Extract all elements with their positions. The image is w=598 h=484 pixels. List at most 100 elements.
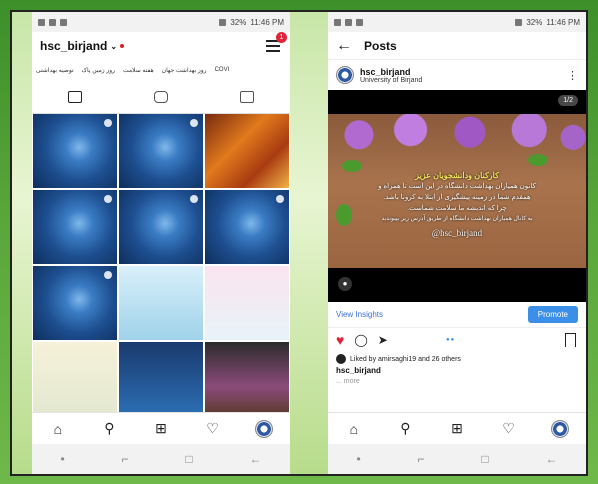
grid-icon[interactable] [68, 90, 82, 103]
profile-avatar[interactable] [551, 419, 570, 438]
liker-avatar [336, 354, 346, 364]
notification-icon [38, 18, 45, 26]
notification-icon [49, 18, 56, 26]
post-line: به کانال همیاران بهداشت دانشگاه از طریق … [381, 216, 533, 222]
username: hsc_birjand [40, 39, 108, 53]
likes-line: Liked by amirsaghi19 and 26 others [328, 352, 586, 366]
post-grid [32, 114, 290, 416]
grid-post[interactable] [119, 342, 203, 416]
status-bar: 32% 11:46 PM [32, 12, 290, 32]
signal-icon [219, 18, 227, 26]
home-button-icon[interactable]: □ [185, 452, 192, 466]
profile-avatar[interactable] [255, 419, 274, 438]
promote-button[interactable]: Promote [527, 306, 578, 323]
recents-icon[interactable]: ⌐ [418, 452, 425, 466]
carousel-counter: 1/2 [558, 95, 578, 106]
status-bar: 32% 11:46 PM [328, 12, 586, 32]
heart-icon[interactable]: ♡ [500, 420, 518, 438]
grid-post[interactable] [33, 190, 117, 264]
battery-text: 32% [230, 17, 247, 27]
profile-tabs [32, 80, 290, 114]
account-switcher[interactable]: hsc_birjand ⌄ [40, 39, 125, 53]
highlight-item[interactable]: توصیه بهداشتی [36, 67, 74, 74]
grid-post[interactable] [119, 114, 203, 188]
grid-post[interactable] [205, 342, 289, 416]
menu-line [266, 50, 280, 52]
grid-post[interactable] [205, 266, 289, 340]
post-actions: ♥ ◯ ➤ ●● [328, 328, 586, 352]
notification-badge: 1 [276, 32, 287, 43]
author-avatar[interactable] [336, 66, 354, 84]
igtv-icon[interactable] [154, 90, 168, 103]
grid-post[interactable] [33, 114, 117, 188]
search-icon[interactable]: ⚲ [100, 420, 118, 438]
leaf [528, 154, 548, 166]
grid-post[interactable] [119, 190, 203, 264]
tagged-user-icon[interactable]: ● [338, 277, 352, 291]
back-arrow-icon[interactable]: ← [250, 452, 262, 466]
liked-by-text[interactable]: Liked by amirsaghi19 and 26 others [350, 356, 461, 363]
notification-icon [345, 18, 352, 26]
add-icon[interactable]: ⊞ [152, 420, 170, 438]
profile-screen: 32% 11:46 PM hsc_birjand ⌄ 1 توصیه بهداشت… [32, 12, 290, 474]
new-dot-icon [120, 44, 125, 48]
grid-post[interactable] [205, 114, 289, 188]
battery-text: 32% [526, 17, 543, 27]
highlight-item[interactable]: روز بهداشت جهان [162, 67, 207, 74]
post-heading: کارکنان ودانشجویان عزیز [415, 171, 499, 180]
like-heart-icon[interactable]: ♥ [336, 332, 344, 348]
menu-button[interactable]: 1 [264, 32, 287, 53]
media-bottom-bar: ● [328, 268, 586, 302]
author-name[interactable]: hsc_birjand [360, 67, 561, 77]
profile-header: hsc_birjand ⌄ 1 [32, 32, 290, 60]
post-handle: @hsc_birjand [431, 228, 483, 238]
post-author: hsc_birjand University of Birjand ⋮ [328, 60, 586, 90]
caption-username[interactable]: hsc_birjand [328, 366, 586, 378]
tagged-icon[interactable] [240, 90, 254, 103]
chevron-down-icon: ⌄ [110, 41, 118, 51]
share-icon[interactable]: ➤ [378, 333, 388, 347]
bottom-nav: ⌂ ⚲ ⊞ ♡ [32, 412, 290, 444]
recents-icon[interactable]: ⌐ [122, 452, 129, 466]
dot-icon[interactable]: • [356, 452, 360, 466]
post-line: کانون همیاران بهداشت دانشگاه در این است … [378, 183, 536, 190]
grid-post[interactable] [119, 266, 203, 340]
time-text: 11:46 PM [546, 17, 580, 27]
search-icon[interactable]: ⚲ [396, 420, 414, 438]
dot-icon[interactable]: • [60, 452, 64, 466]
media-top-bar: 1/2 [328, 90, 586, 114]
heart-icon[interactable]: ♡ [204, 420, 222, 438]
bottom-nav: ⌂ ⚲ ⊞ ♡ [328, 412, 586, 444]
post-location[interactable]: University of Birjand [360, 77, 561, 84]
post-line: چرا که اندیشه ما سلامت شماست. [407, 205, 507, 212]
post-line: همقدم شما در زمینه پیشگیری از ابتلا به ک… [383, 194, 531, 201]
screenshot-panel: 32% 11:46 PM hsc_birjand ⌄ 1 توصیه بهداشت… [10, 10, 588, 476]
system-nav: • ⌐ □ ← [32, 444, 290, 474]
back-arrow-icon[interactable]: ← [546, 452, 558, 466]
outer-frame: 32% 11:46 PM hsc_birjand ⌄ 1 توصیه بهداشت… [0, 0, 598, 484]
highlight-item[interactable]: هفته سلامت [123, 67, 154, 74]
menu-line [266, 45, 280, 47]
notification-icon [334, 18, 341, 26]
post-image[interactable]: کارکنان ودانشجویان عزیز کانون همیاران به… [328, 114, 586, 268]
home-icon[interactable]: ⌂ [345, 420, 363, 438]
story-highlights: توصیه بهداشتی روز زمین پاک هفته سلامت رو… [32, 60, 290, 80]
home-button-icon[interactable]: □ [481, 452, 488, 466]
bookmark-icon[interactable] [565, 333, 576, 347]
system-nav: • ⌐ □ ← [328, 444, 586, 474]
more-link[interactable]: ... more [328, 378, 586, 385]
notification-icon [356, 18, 363, 26]
view-insights-link[interactable]: View Insights [336, 310, 383, 319]
post-screen: 32% 11:46 PM ← Posts hsc_birjand Universi… [328, 12, 586, 474]
grid-post[interactable] [205, 190, 289, 264]
highlight-item[interactable]: COVI [215, 67, 230, 73]
time-text: 11:46 PM [250, 17, 284, 27]
more-options-icon[interactable]: ⋮ [567, 69, 578, 82]
add-icon[interactable]: ⊞ [448, 420, 466, 438]
grid-post[interactable] [33, 266, 117, 340]
grid-post[interactable] [33, 342, 117, 416]
home-icon[interactable]: ⌂ [49, 420, 67, 438]
highlight-item[interactable]: روز زمین پاک [82, 67, 115, 74]
comment-icon[interactable]: ◯ [354, 333, 367, 347]
back-arrow-icon[interactable]: ← [336, 37, 352, 55]
